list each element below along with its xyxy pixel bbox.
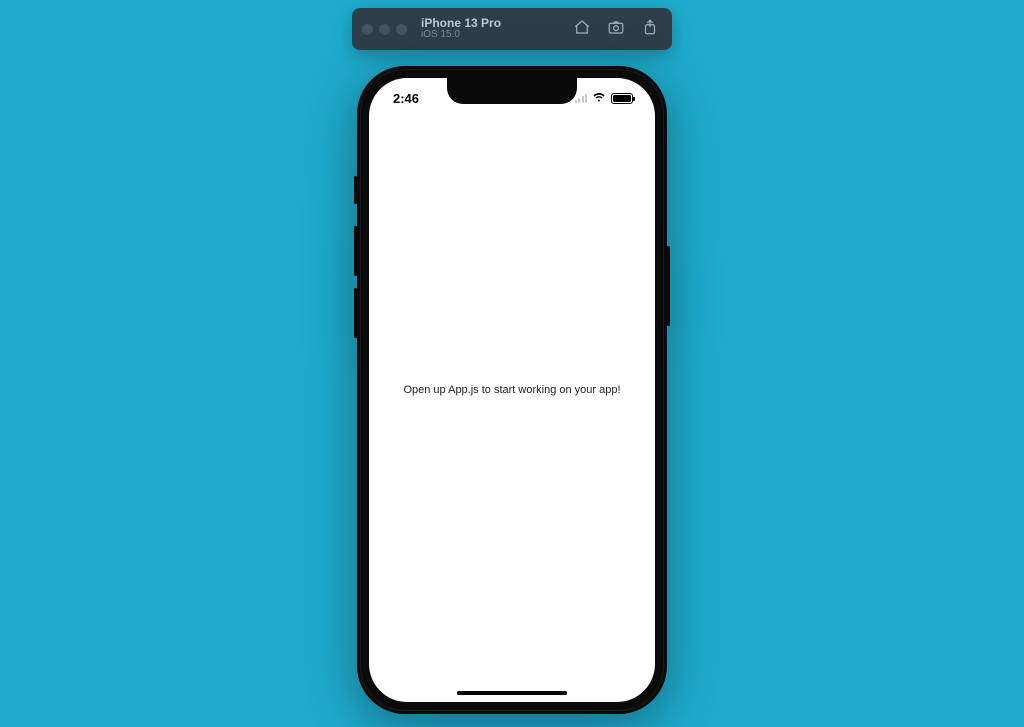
volume-up-button[interactable]: [354, 226, 357, 276]
window-traffic-lights: [362, 24, 407, 35]
phone-screen: 2:46 Open up App.js to start working on …: [369, 78, 655, 702]
camera-icon: [607, 18, 625, 41]
home-button[interactable]: [572, 19, 592, 39]
starter-message: Open up App.js to start working on your …: [403, 384, 620, 396]
home-indicator[interactable]: [457, 691, 567, 695]
status-indicators: [575, 89, 634, 107]
home-icon: [573, 18, 591, 41]
device-info: iPhone 13 Pro iOS 15.0: [421, 17, 501, 40]
status-time: 2:46: [393, 91, 419, 106]
cellular-signal-icon: [575, 93, 588, 103]
share-button[interactable]: [640, 19, 660, 39]
mute-switch[interactable]: [354, 176, 357, 204]
zoom-dot[interactable]: [396, 24, 407, 35]
battery-icon: [611, 93, 633, 104]
phone-notch: [447, 78, 577, 104]
wifi-icon: [592, 89, 606, 107]
power-button[interactable]: [667, 246, 670, 326]
volume-down-button[interactable]: [354, 288, 357, 338]
app-content: Open up App.js to start working on your …: [369, 78, 655, 702]
phone-frame: 2:46 Open up App.js to start working on …: [357, 66, 667, 714]
device-os-label: iOS 15.0: [421, 30, 501, 41]
simulator-toolbar: iPhone 13 Pro iOS 15.0: [352, 8, 672, 50]
close-dot[interactable]: [362, 24, 373, 35]
toolbar-actions: [572, 19, 660, 39]
share-icon: [641, 18, 659, 41]
minimize-dot[interactable]: [379, 24, 390, 35]
screenshot-button[interactable]: [606, 19, 626, 39]
